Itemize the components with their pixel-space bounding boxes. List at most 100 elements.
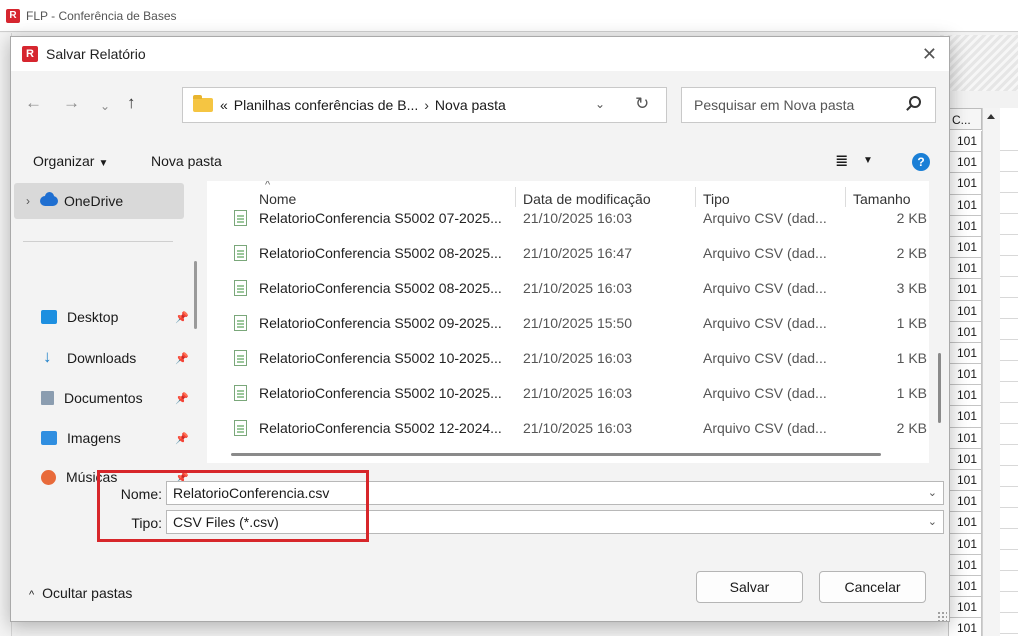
app-grid-cell[interactable]: 101 xyxy=(948,364,982,386)
app-grid-cell[interactable]: 101 xyxy=(948,491,982,513)
app-grid-cell[interactable]: 101 xyxy=(948,258,982,280)
app-grid-cell[interactable]: 101 xyxy=(948,215,982,237)
forward-arrow-icon[interactable]: → xyxy=(63,93,80,113)
app-grid-cell[interactable]: 101 xyxy=(948,554,982,576)
recent-locations-chevron-icon[interactable]: ⌄ xyxy=(100,96,110,116)
app-grid-cell[interactable]: 101 xyxy=(948,173,982,195)
sidebar-item-documents[interactable]: Documentos 📌 xyxy=(41,386,189,410)
app-grid-cell[interactable]: 101 xyxy=(948,279,982,301)
sidebar-item-label: Imagens xyxy=(67,430,121,446)
chevron-up-icon: ^ xyxy=(29,589,35,601)
csv-file-icon xyxy=(234,280,247,296)
sidebar-item-label: OneDrive xyxy=(64,193,124,209)
app-grid-cell[interactable]: 101 xyxy=(948,194,982,216)
app-grid-cell[interactable]: 101 xyxy=(948,618,982,636)
cancel-button[interactable]: Cancelar xyxy=(819,571,926,603)
csv-file-icon xyxy=(234,350,247,366)
chevron-down-icon[interactable]: ⌄ xyxy=(928,515,937,528)
app-grid-cell[interactable]: 101 xyxy=(948,385,982,407)
app-grid-cell[interactable]: 101 xyxy=(948,152,982,174)
file-row[interactable]: RelatorioConferencia S5002 10-2025... 21… xyxy=(207,378,929,408)
file-list-horizontal-scrollbar[interactable] xyxy=(231,453,881,456)
breadcrumb-current[interactable]: Nova pasta xyxy=(435,97,506,113)
address-dropdown-chevron-icon[interactable]: ⌄ xyxy=(595,97,605,111)
hide-folders-button[interactable]: ^ Ocultar pastas xyxy=(29,585,132,601)
organize-menu-button[interactable]: Organizar ▼ xyxy=(33,153,108,169)
navpane-scrollbar[interactable] xyxy=(194,261,197,329)
save-form: Nome: RelatorioConferencia.csv ⌄ Tipo: C… xyxy=(11,467,949,557)
chevron-down-icon[interactable]: ⌄ xyxy=(928,486,937,499)
app-grid-header[interactable]: C... xyxy=(948,108,982,130)
app-grid-cell[interactable]: 101 xyxy=(948,406,982,428)
pin-icon[interactable]: 📌 xyxy=(175,352,189,365)
view-caret-down-icon[interactable]: ▼ xyxy=(863,155,873,166)
sidebar-item-images[interactable]: Imagens 📌 xyxy=(41,426,189,450)
app-hatched-area xyxy=(940,35,1018,91)
app-titlebar: R FLP - Conferência de Bases xyxy=(0,0,1018,32)
file-row[interactable]: RelatorioConferencia S5002 08-2025... 21… xyxy=(207,273,929,303)
file-type: Arquivo CSV (dad... xyxy=(703,385,827,401)
refresh-icon[interactable]: ↻ xyxy=(635,94,649,114)
address-bar[interactable]: « Planilhas conferências de B... › Nova … xyxy=(182,87,667,123)
caret-down-icon: ▼ xyxy=(98,158,109,169)
app-grid-cell[interactable]: 101 xyxy=(948,597,982,619)
app-grid-cell[interactable]: 101 xyxy=(948,533,982,555)
view-options-icon[interactable]: ≣ xyxy=(835,151,848,171)
file-size: 1 KB xyxy=(896,350,927,366)
scroll-up-icon[interactable] xyxy=(987,114,995,119)
csv-file-icon xyxy=(234,210,247,226)
file-list-vertical-scrollbar[interactable] xyxy=(938,353,941,423)
app-grid-cell[interactable]: 101 xyxy=(948,448,982,470)
dialog-title: Salvar Relatório xyxy=(46,46,146,62)
sidebar-item-onedrive[interactable]: › OneDrive xyxy=(14,183,184,219)
file-name: RelatorioConferencia S5002 10-2025... xyxy=(259,350,502,366)
close-icon[interactable]: ✕ xyxy=(922,45,937,63)
pin-icon[interactable]: 📌 xyxy=(175,311,189,324)
file-row[interactable]: RelatorioConferencia S5002 07-2025... 21… xyxy=(207,203,929,233)
app-grid-cell[interactable]: 101 xyxy=(948,131,982,153)
app-grid-cell[interactable]: 101 xyxy=(948,575,982,598)
folder-icon xyxy=(193,95,213,112)
app-grid-cell[interactable]: 101 xyxy=(948,512,982,534)
save-report-dialog: R Salvar Relatório ✕ ← → ⌄ ↑ « Planilhas… xyxy=(10,36,950,622)
resize-grip-icon[interactable] xyxy=(937,611,947,621)
file-row[interactable]: RelatorioConferencia S5002 09-2025... 21… xyxy=(207,308,929,338)
up-arrow-icon[interactable]: ↑ xyxy=(127,93,136,113)
cloud-icon xyxy=(40,192,58,206)
new-folder-button[interactable]: Nova pasta xyxy=(151,153,222,169)
file-size: 3 KB xyxy=(896,280,927,296)
app-grid-cell[interactable]: 101 xyxy=(948,427,982,449)
sidebar-item-downloads[interactable]: Downloads 📌 xyxy=(41,346,189,370)
file-date: 21/10/2025 15:50 xyxy=(523,315,632,331)
file-size: 1 KB xyxy=(896,385,927,401)
back-arrow-icon[interactable]: ← xyxy=(25,93,42,113)
chevron-right-icon[interactable]: › xyxy=(26,194,30,208)
breadcrumb-separator: › xyxy=(424,97,429,113)
pin-icon[interactable]: 📌 xyxy=(175,392,189,405)
documents-icon xyxy=(41,391,54,405)
app-grid-cell[interactable]: 101 xyxy=(948,236,982,259)
file-row[interactable]: RelatorioConferencia S5002 12-2024... 21… xyxy=(207,413,929,443)
search-input[interactable]: Pesquisar em Nova pasta xyxy=(681,87,936,123)
pin-icon[interactable]: 📌 xyxy=(175,432,189,445)
app-grid-cell[interactable]: 101 xyxy=(948,470,982,492)
dialog-logo-icon: R xyxy=(22,46,38,62)
file-row[interactable]: RelatorioConferencia S5002 10-2025... 21… xyxy=(207,343,929,373)
csv-file-icon xyxy=(234,315,247,331)
app-grid-cell[interactable]: 101 xyxy=(948,300,982,322)
search-icon[interactable] xyxy=(909,96,921,108)
file-date: 21/10/2025 16:03 xyxy=(523,280,632,296)
breadcrumb-parent[interactable]: Planilhas conferências de B... xyxy=(234,97,418,113)
help-icon[interactable]: ? xyxy=(912,153,930,171)
app-grid-cell[interactable]: 101 xyxy=(948,321,982,343)
app-grid-cell[interactable]: 101 xyxy=(948,342,982,365)
sidebar-item-desktop[interactable]: Desktop 📌 xyxy=(41,305,189,329)
sidebar-item-label: Desktop xyxy=(67,309,119,325)
file-row[interactable]: RelatorioConferencia S5002 08-2025... 21… xyxy=(207,238,929,268)
file-size: 2 KB xyxy=(896,420,927,436)
save-button[interactable]: Salvar xyxy=(696,571,803,603)
file-type: Arquivo CSV (dad... xyxy=(703,210,827,226)
breadcrumb-root[interactable]: « xyxy=(220,97,228,113)
app-grid-scrollbar[interactable] xyxy=(982,108,1000,636)
file-name: RelatorioConferencia S5002 12-2024... xyxy=(259,420,502,436)
